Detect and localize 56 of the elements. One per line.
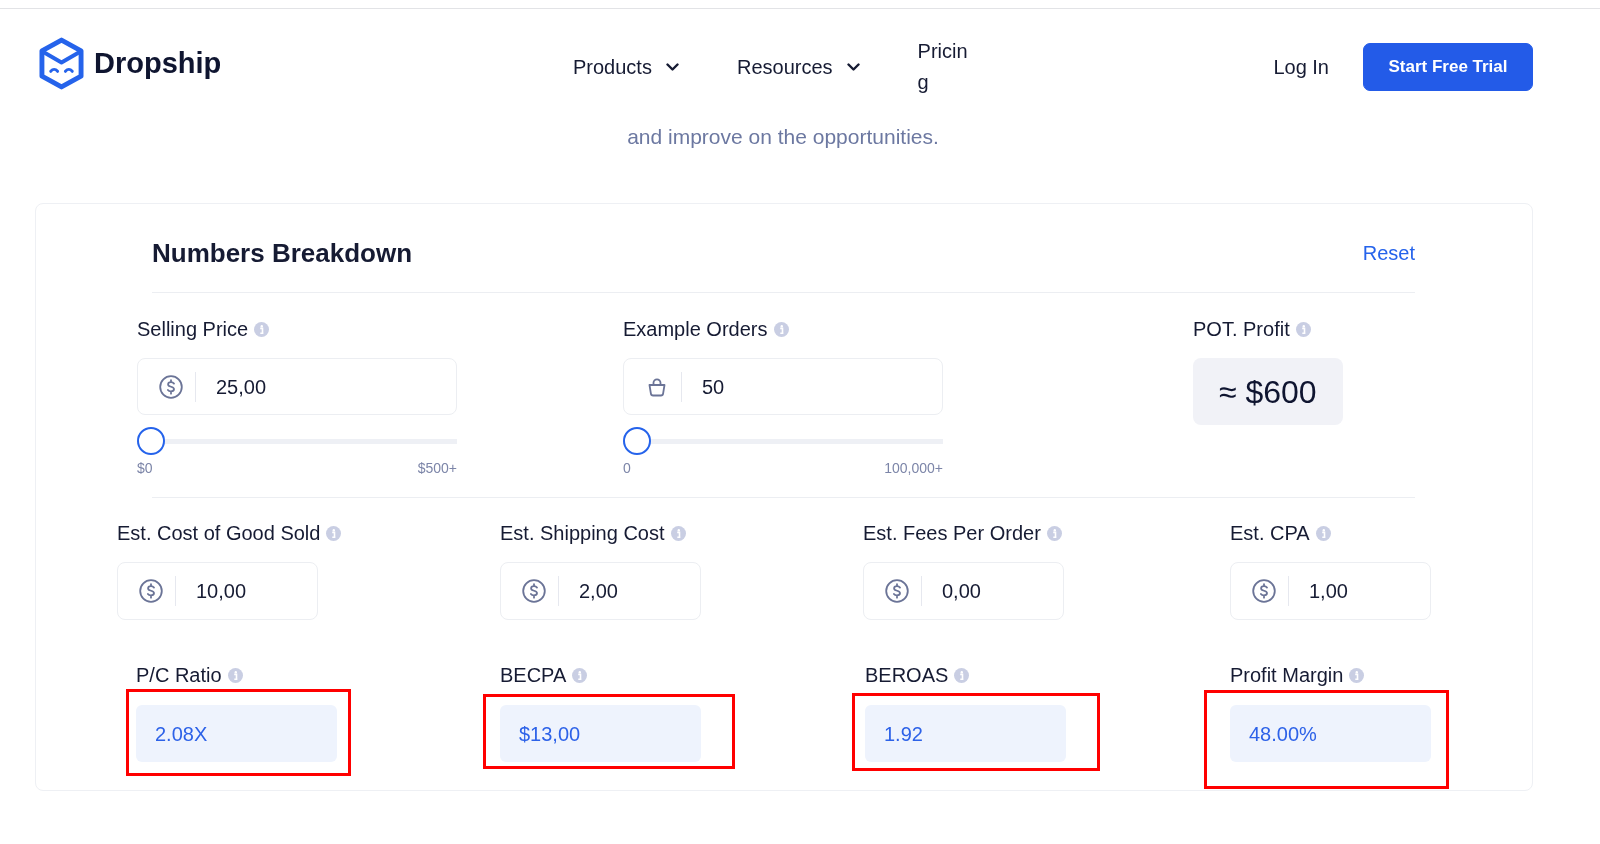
field-label: BEROAS bbox=[865, 664, 949, 686]
info-icon bbox=[773, 321, 789, 337]
slider-max-label: $500+ bbox=[417, 460, 457, 476]
field-label: Example Orders bbox=[623, 318, 768, 340]
info-icon bbox=[1046, 525, 1062, 541]
field-label: Est. Cost of Good Sold bbox=[117, 522, 321, 544]
field-label: P/C Ratio bbox=[136, 664, 222, 686]
chevron-down-icon bbox=[846, 63, 860, 71]
info-icon bbox=[954, 667, 970, 683]
input-field[interactable]: 10,00 bbox=[117, 562, 318, 620]
input-field[interactable]: 1,00 bbox=[1230, 562, 1431, 620]
field-label: Est. CPA bbox=[1230, 522, 1310, 544]
slider-min-label: $0 bbox=[137, 460, 153, 476]
field-label: BECPA bbox=[500, 664, 567, 686]
info-icon bbox=[1315, 525, 1331, 541]
input-field[interactable]: 2,00 bbox=[500, 562, 701, 620]
info-icon bbox=[1349, 667, 1365, 683]
nav-link[interactable]: Resources bbox=[736, 52, 860, 82]
result-value: 2.08X bbox=[136, 705, 337, 762]
field-label: Profit Margin bbox=[1230, 664, 1344, 686]
field-label: Selling Price bbox=[137, 318, 249, 340]
input-field[interactable]: 0,00 bbox=[863, 562, 1064, 620]
chevron-down-icon bbox=[665, 63, 679, 71]
input-field[interactable]: 25,00 bbox=[137, 358, 457, 415]
dollar-icon bbox=[159, 374, 183, 399]
result-value: $13,00 bbox=[500, 705, 701, 762]
result-value: 48.00% bbox=[1230, 705, 1431, 762]
logo-icon bbox=[39, 37, 84, 90]
slider-max-label: 100,000+ bbox=[884, 460, 943, 476]
start-trial-button[interactable]: Start Free Trial bbox=[1363, 43, 1533, 91]
brand-link[interactable]: Dropship bbox=[39, 37, 222, 90]
dollar-icon bbox=[1252, 579, 1276, 603]
dollar-icon bbox=[885, 579, 909, 603]
dollar-icon bbox=[139, 579, 163, 603]
info-icon bbox=[227, 667, 243, 683]
result-value: 1.92 bbox=[865, 705, 1066, 762]
field-label: Est. Shipping Cost bbox=[500, 522, 665, 544]
info-icon bbox=[572, 667, 588, 683]
profit-value: ≈ $600 bbox=[1193, 358, 1343, 425]
nav-link[interactable]: Products bbox=[573, 52, 679, 82]
field-label: Est. Fees Per Order bbox=[863, 522, 1041, 544]
intro-text: and improve on the opportunities. bbox=[627, 125, 939, 149]
input-field[interactable]: 50 bbox=[623, 358, 943, 415]
section-title: Numbers Breakdown bbox=[152, 237, 413, 269]
slider-thumb[interactable] bbox=[137, 427, 165, 455]
dollar-icon bbox=[522, 579, 546, 603]
reset-link[interactable]: Reset bbox=[1362, 238, 1415, 268]
info-icon bbox=[326, 525, 342, 541]
login-link[interactable]: Log In bbox=[1273, 52, 1329, 82]
field-label: POT. Profit bbox=[1193, 318, 1290, 340]
info-icon bbox=[1295, 321, 1311, 337]
slider-min-label: 0 bbox=[623, 460, 631, 476]
nav-link[interactable]: Pricing bbox=[917, 36, 972, 98]
info-icon bbox=[670, 525, 686, 541]
slider-thumb[interactable] bbox=[623, 427, 651, 455]
info-icon bbox=[254, 321, 270, 337]
